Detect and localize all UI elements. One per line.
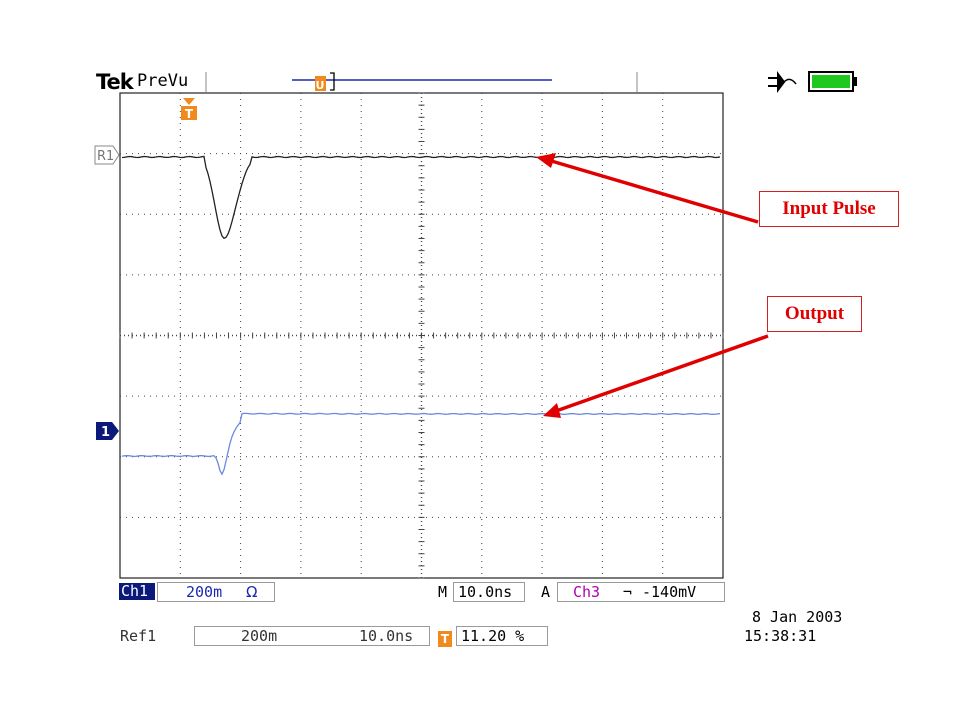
output-label: Output	[767, 296, 862, 332]
ch1-badge[interactable]: Ch1	[119, 583, 155, 600]
trigger-position-value: 11.20 %	[461, 627, 525, 645]
power-plug-icon	[768, 71, 797, 93]
timebase-value: 10.0ns	[458, 583, 513, 601]
acquisition-mode: PreVu	[137, 71, 189, 91]
ref1-scale: 200m	[241, 627, 278, 645]
svg-text:1: 1	[101, 425, 110, 440]
ch1-scale: 200m	[186, 583, 223, 601]
ch1-scale-box[interactable]: 200m Ω	[157, 582, 275, 602]
record-view-bar: U	[205, 72, 638, 92]
trigger-label: A	[541, 583, 551, 601]
trigger-source: Ch3	[573, 583, 601, 601]
ref1-marker[interactable]: R1	[94, 145, 120, 165]
ohm-icon: Ω	[246, 583, 258, 601]
time-readout: 15:38:31	[744, 627, 817, 645]
input-pulse-label: Input Pulse	[759, 191, 899, 227]
timebase-label: M	[438, 583, 448, 601]
battery-icon	[808, 71, 857, 92]
channel1-marker[interactable]: 1	[96, 422, 119, 440]
svg-text:R1: R1	[97, 149, 114, 164]
date-readout: 8 Jan 2003	[752, 608, 843, 626]
ref1-box[interactable]: 200m 10.0ns	[194, 626, 430, 646]
trigger-position-box[interactable]: 11.20 %	[456, 626, 548, 646]
trigger-box[interactable]: Ch3 ⌐ -140mV	[557, 582, 725, 602]
falling-edge-icon: ⌐	[623, 583, 633, 601]
trigger-level: -140mV	[642, 583, 697, 601]
ref1-time: 10.0ns	[359, 627, 414, 645]
brand-logo: Tek	[96, 70, 134, 94]
timebase-box[interactable]: 10.0ns	[453, 582, 525, 602]
ref1-label[interactable]: Ref1	[120, 627, 156, 645]
svg-text:U: U	[316, 79, 325, 92]
svg-text:T: T	[185, 107, 194, 121]
trigger-position-icon: T	[438, 628, 452, 647]
